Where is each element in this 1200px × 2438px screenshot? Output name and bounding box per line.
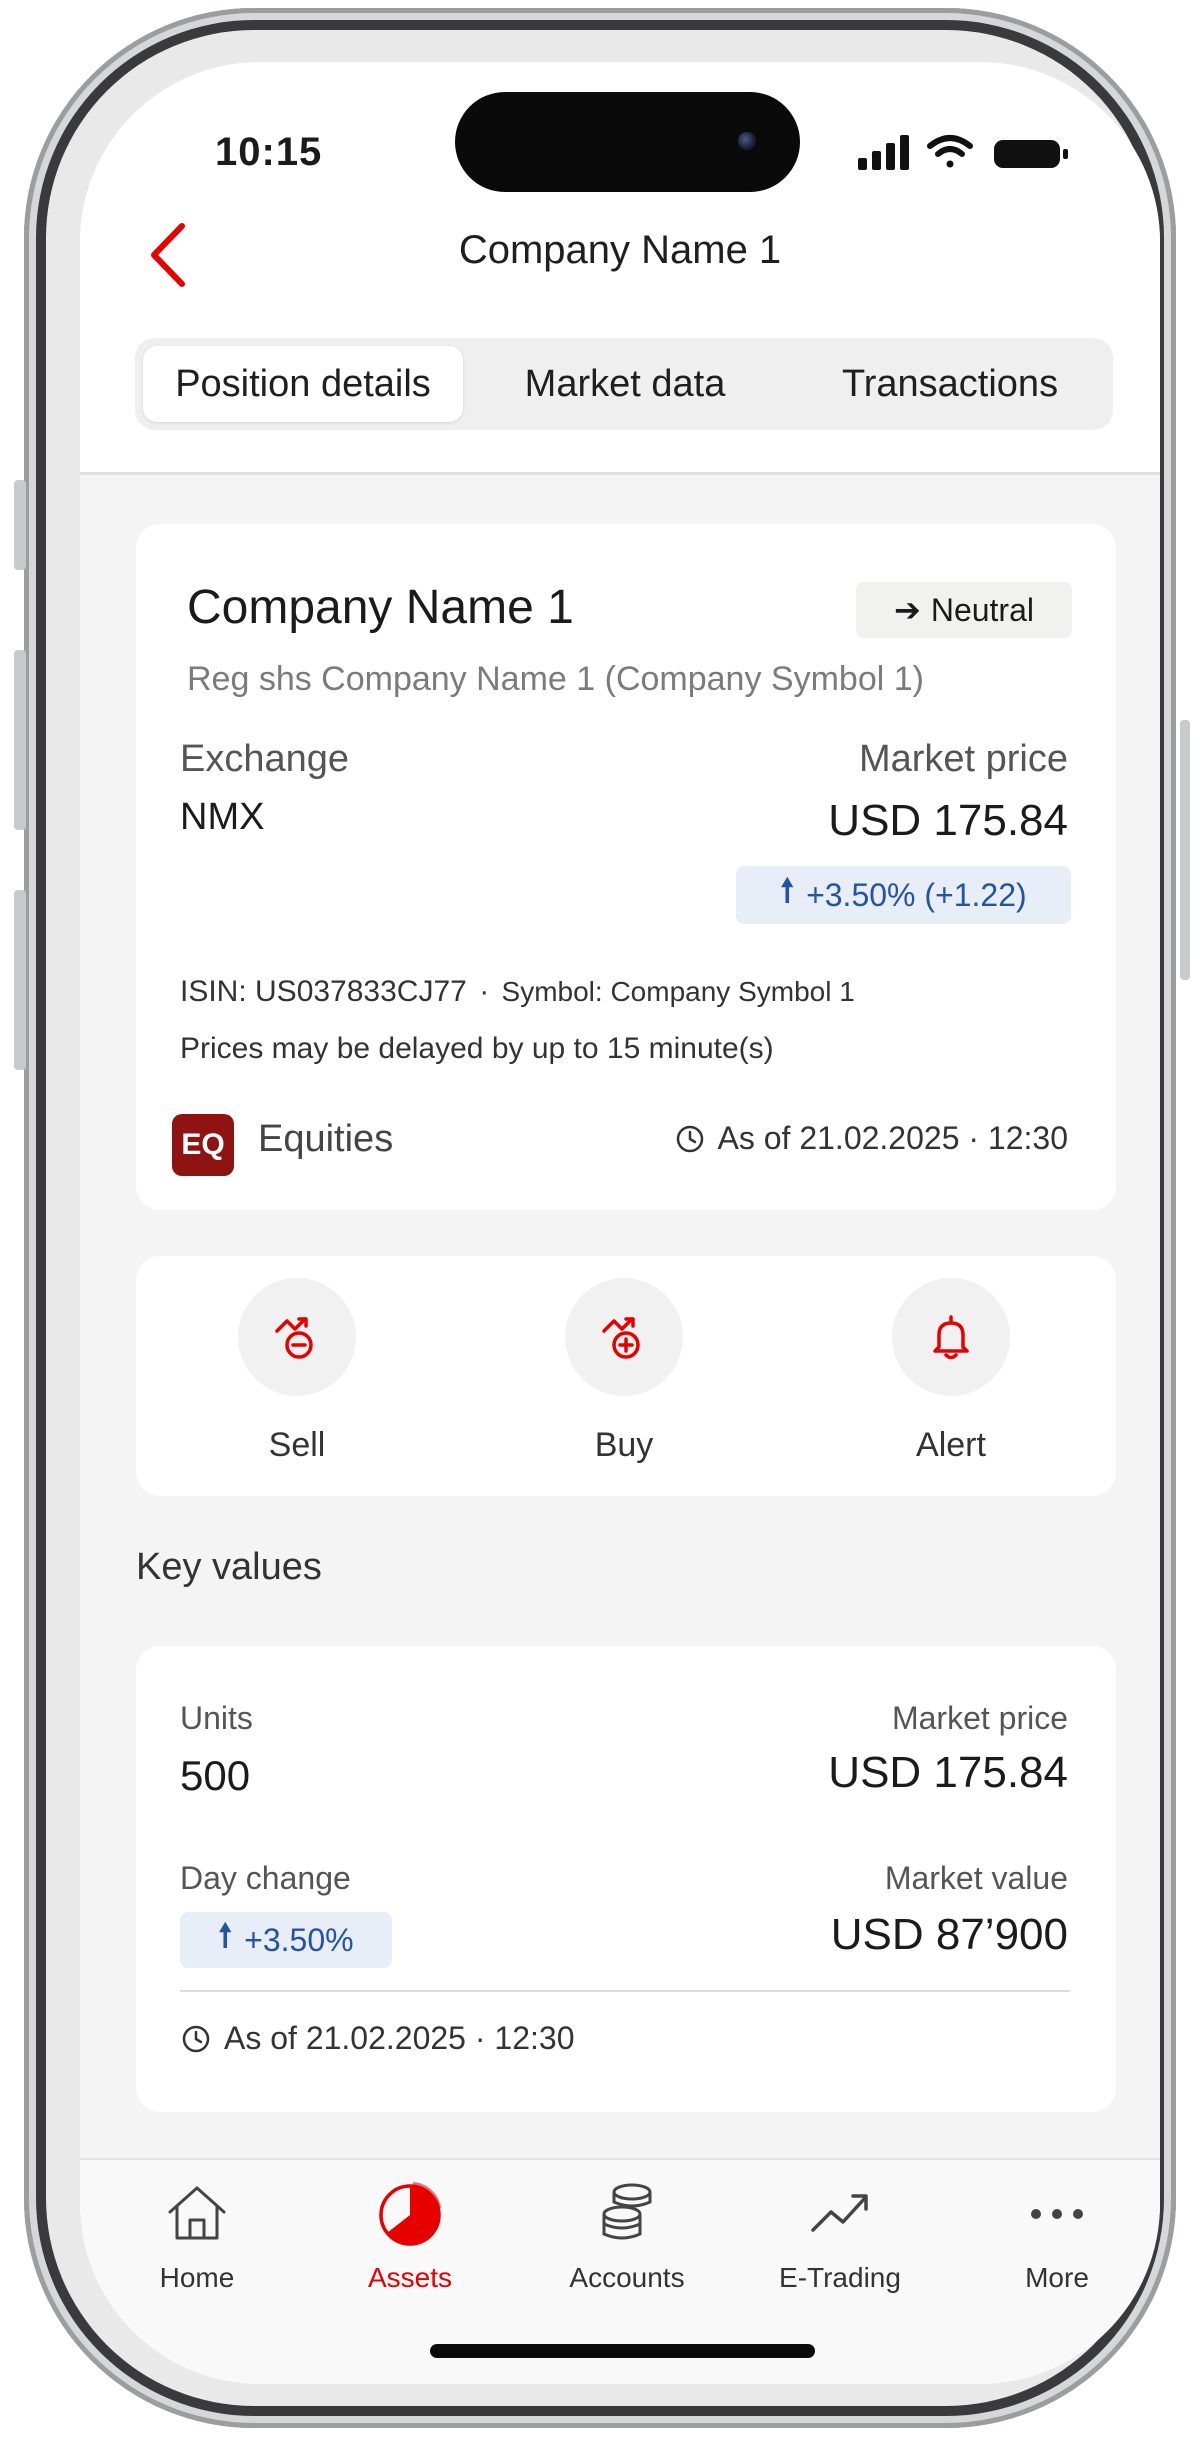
trend-icon bbox=[811, 2194, 868, 2232]
company-name: Company Name 1 bbox=[187, 581, 574, 634]
day-change-label: Day change bbox=[180, 1860, 351, 1896]
market-value-value: USD 87’900 bbox=[830, 1910, 1068, 1959]
home-indicator[interactable] bbox=[430, 2344, 815, 2358]
units-value: 500 bbox=[180, 1752, 251, 1799]
arrow-right-icon: ➔ bbox=[894, 592, 921, 628]
key-values-divider bbox=[180, 1990, 1070, 1992]
day-change-badge: 🠕 +3.50% bbox=[180, 1912, 392, 1968]
page-title: Company Name 1 bbox=[458, 228, 782, 272]
status-icons bbox=[858, 135, 1068, 170]
pie-chart-icon bbox=[379, 2182, 441, 2246]
nav-more-label: More bbox=[1025, 2262, 1089, 2293]
battery-icon bbox=[994, 140, 1068, 168]
asset-class-badge: EQ bbox=[172, 1114, 234, 1176]
more-icon bbox=[1031, 2209, 1083, 2219]
sentiment-badge: ➔ Neutral bbox=[856, 582, 1072, 638]
nav-more[interactable]: More bbox=[972, 2170, 1142, 2300]
market-price-value: USD 175.84 bbox=[828, 796, 1068, 845]
nav-accounts-label: Accounts bbox=[569, 2262, 685, 2293]
alert-label: Alert bbox=[916, 1426, 986, 1464]
security-description: Reg shs Company Name 1 (Company Symbol 1… bbox=[187, 660, 924, 698]
nav-e-trading-label: E-Trading bbox=[779, 2262, 901, 2293]
signal-icon bbox=[858, 135, 909, 170]
key-values-title: Key values bbox=[136, 1546, 322, 1588]
as-of-timestamp: As of 21.02.2025 · 12:30 bbox=[674, 1120, 1068, 1157]
buy-button[interactable]: Buy bbox=[524, 1278, 724, 1478]
tab-transactions[interactable]: Transactions bbox=[800, 346, 1100, 422]
arrow-up-icon: 🠕 bbox=[218, 1917, 233, 1953]
status-time: 10:15 bbox=[215, 130, 323, 174]
tab-position-details[interactable]: Position details bbox=[143, 346, 463, 422]
wifi-icon bbox=[927, 135, 973, 168]
camera-lens bbox=[738, 132, 756, 150]
market-value-label: Market value bbox=[884, 1860, 1068, 1896]
exchange-value: NMX bbox=[180, 796, 265, 838]
sell-icon bbox=[275, 1317, 313, 1359]
units-label: Units bbox=[180, 1700, 253, 1736]
clock-icon bbox=[182, 2025, 210, 2052]
nav-home[interactable]: Home bbox=[112, 2170, 282, 2300]
bell-icon bbox=[933, 1315, 969, 1360]
kv-as-of-text: As of 21.02.2025 · 12:30 bbox=[224, 2020, 575, 2056]
arrow-up-icon: 🠕 bbox=[780, 872, 795, 908]
coins-icon bbox=[602, 2183, 652, 2240]
volume-down-button bbox=[14, 890, 26, 1070]
nav-accounts[interactable]: Accounts bbox=[542, 2170, 712, 2300]
kv-market-price-value: USD 175.84 bbox=[828, 1748, 1068, 1797]
price-change-badge: 🠕 +3.50% (+1.22) bbox=[736, 866, 1071, 924]
sell-label: Sell bbox=[268, 1426, 326, 1464]
nav-home-label: Home bbox=[159, 2262, 235, 2293]
power-button bbox=[1180, 720, 1190, 980]
sentiment-label: Neutral bbox=[930, 591, 1034, 628]
delay-notice: Prices may be delayed by up to 15 minute… bbox=[180, 1032, 774, 1065]
isin-line: ISIN: US037833CJ77 · Symbol: Company Sym… bbox=[180, 975, 855, 1009]
mute-switch bbox=[14, 480, 26, 570]
kv-market-price-label: Market price bbox=[891, 1700, 1068, 1736]
sell-button[interactable]: Sell bbox=[197, 1278, 397, 1478]
alert-button[interactable]: Alert bbox=[851, 1278, 1051, 1478]
isin: ISIN: US037833CJ77 bbox=[180, 975, 467, 1008]
clock-icon bbox=[676, 1125, 703, 1152]
buy-icon bbox=[602, 1317, 640, 1359]
home-icon bbox=[168, 2186, 226, 2240]
day-change-value: +3.50% bbox=[244, 1921, 354, 1958]
sell-icon-circle bbox=[238, 1278, 356, 1396]
as-of-text: As of 21.02.2025 · 12:30 bbox=[717, 1120, 1068, 1156]
tab-market-data[interactable]: Market data bbox=[475, 346, 775, 422]
header-divider bbox=[80, 472, 1160, 475]
kv-as-of-timestamp: As of 21.02.2025 · 12:30 bbox=[180, 2020, 574, 2057]
symbol: Symbol: Company Symbol 1 bbox=[501, 976, 855, 1007]
nav-assets-label: Assets bbox=[367, 2262, 453, 2293]
back-chevron-icon[interactable] bbox=[140, 220, 200, 290]
volume-up-button bbox=[14, 650, 26, 830]
separator-dot: · bbox=[479, 975, 490, 1008]
exchange-label: Exchange bbox=[180, 738, 350, 780]
nav-assets[interactable]: Assets bbox=[325, 2170, 495, 2300]
market-price-label: Market price bbox=[858, 738, 1068, 780]
alert-icon-circle bbox=[892, 1278, 1010, 1396]
asset-class: Equities bbox=[258, 1118, 394, 1160]
buy-label: Buy bbox=[594, 1426, 654, 1464]
price-change-value: +3.50% (+1.22) bbox=[806, 876, 1027, 913]
buy-icon-circle bbox=[565, 1278, 683, 1396]
nav-e-trading[interactable]: E-Trading bbox=[755, 2170, 925, 2300]
